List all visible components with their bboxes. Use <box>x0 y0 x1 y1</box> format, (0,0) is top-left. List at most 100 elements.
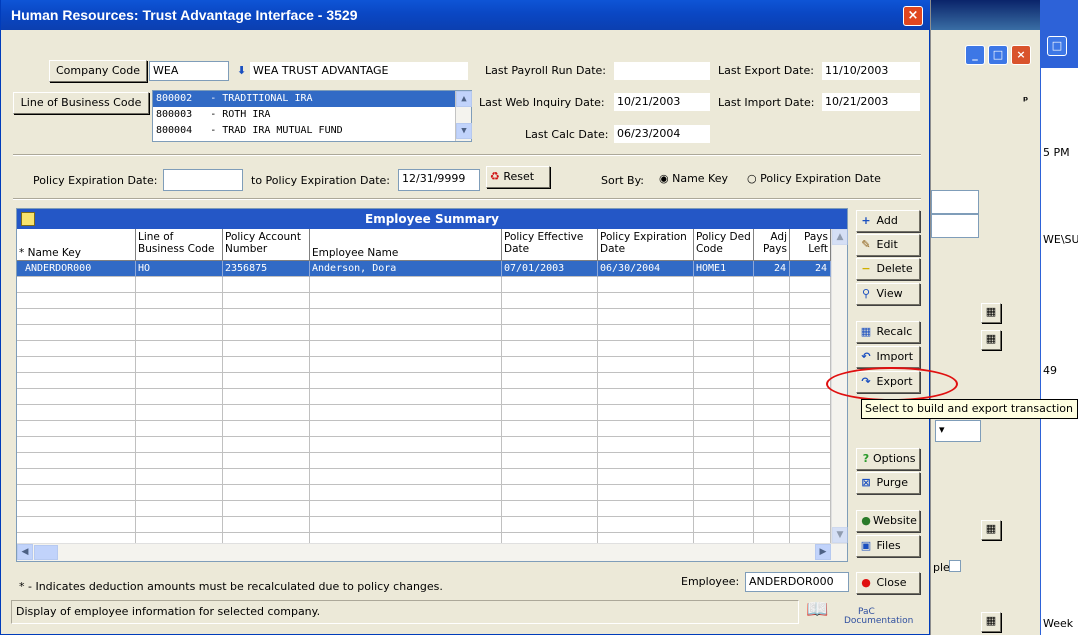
employee-summary-grid[interactable]: Employee Summary * Name Key Line of Busi… <box>16 208 848 562</box>
empty-table-row[interactable] <box>17 373 831 389</box>
minimize-icon[interactable]: _ <box>965 45 985 65</box>
col-header-lob-code[interactable]: Line of Business Code <box>136 229 223 260</box>
company-code-button[interactable]: Company Code <box>49 60 147 82</box>
empty-table-row[interactable] <box>17 469 831 485</box>
book-icon: 📖 <box>806 599 829 620</box>
empty-table-row[interactable] <box>17 485 831 501</box>
minus-icon: − <box>861 262 871 275</box>
sort-expiration-radio[interactable]: ○ Policy Expiration Date <box>747 172 881 185</box>
window-titlebar[interactable]: Human Resources: Trust Advantage Interfa… <box>1 0 930 30</box>
cell-ded-code[interactable]: HOME1 <box>694 261 754 277</box>
restore-icon[interactable]: □ <box>1047 36 1067 56</box>
scroll-down-icon[interactable]: ▼ <box>456 123 472 139</box>
close-icon[interactable]: × <box>1011 45 1031 65</box>
scroll-track[interactable] <box>456 107 471 123</box>
policy-exp-from-field[interactable] <box>163 169 243 191</box>
cell-employee-name[interactable]: Anderson, Dora <box>310 261 502 277</box>
scroll-left-icon[interactable]: ◀ <box>17 544 33 560</box>
lob-list-item[interactable]: 800002 - TRADITIONAL IRA <box>153 91 471 107</box>
lob-list-item[interactable]: 800003 - ROTH IRA <box>153 107 471 123</box>
sort-name-key-radio[interactable]: ◉ Name Key <box>659 172 728 185</box>
column-divider <box>753 517 754 533</box>
empty-table-row[interactable] <box>17 533 831 543</box>
scroll-right-icon[interactable]: ▶ <box>815 544 831 560</box>
last-payroll-value <box>613 61 711 81</box>
column-divider <box>753 309 754 325</box>
empty-table-row[interactable] <box>17 325 831 341</box>
column-divider <box>753 453 754 469</box>
empty-table-row[interactable] <box>17 357 831 373</box>
calendar-icon[interactable]: ▦ <box>981 330 1001 350</box>
import-button[interactable]: ↶ Import <box>856 346 920 368</box>
calendar-icon[interactable]: ▦ <box>981 612 1001 632</box>
background-dropdown[interactable]: ▾ <box>935 420 981 442</box>
empty-table-row[interactable] <box>17 421 831 437</box>
radio-unchecked-icon[interactable]: ○ <box>747 172 757 185</box>
maximize-icon[interactable]: □ <box>988 45 1008 65</box>
edit-button[interactable]: ✎ Edit <box>856 234 920 256</box>
col-header-employee-name[interactable]: Employee Name <box>310 229 502 260</box>
col-header-adj-pays[interactable]: Adj Pays <box>754 229 790 260</box>
cell-name-key[interactable]: ANDERDOR000 <box>17 261 136 277</box>
empty-table-row[interactable] <box>17 517 831 533</box>
lob-list-item[interactable]: 800004 - TRAD IRA MUTUAL FUND <box>153 123 471 139</box>
empty-table-row[interactable] <box>17 389 831 405</box>
last-web-inquiry-value: 10/21/2003 <box>613 92 711 112</box>
column-divider <box>309 517 310 533</box>
website-button[interactable]: ● Website <box>856 510 920 532</box>
column-divider <box>789 357 790 373</box>
files-button[interactable]: ▣ Files <box>856 535 920 557</box>
background-checkbox[interactable] <box>949 560 961 572</box>
view-button[interactable]: ⚲ View <box>856 283 920 305</box>
cell-policy-account[interactable]: 2356875 <box>223 261 310 277</box>
col-header-policy-effective[interactable]: Policy Effective Date <box>502 229 598 260</box>
line-of-business-list[interactable]: 800002 - TRADITIONAL IRA 800003 - ROTH I… <box>152 90 472 142</box>
empty-table-row[interactable] <box>17 293 831 309</box>
cell-pays-left[interactable]: 24 <box>790 261 831 277</box>
policy-exp-to-field[interactable]: 12/31/9999 <box>398 169 480 191</box>
pin-icon[interactable]: ᵖ <box>1023 94 1028 107</box>
calendar-icon[interactable]: ▦ <box>981 520 1001 540</box>
cell-adj-pays[interactable]: 24 <box>754 261 790 277</box>
company-code-field[interactable]: WEA <box>149 61 229 81</box>
cell-lob-code[interactable]: HO <box>136 261 223 277</box>
empty-table-row[interactable] <box>17 501 831 517</box>
calendar-icon[interactable]: ▦ <box>981 303 1001 323</box>
empty-table-row[interactable] <box>17 453 831 469</box>
empty-table-row[interactable] <box>17 405 831 421</box>
empty-table-row[interactable] <box>17 277 831 293</box>
recalc-button[interactable]: ▦ Recalc <box>856 321 920 343</box>
add-button[interactable]: + Add <box>856 210 920 232</box>
empty-table-row[interactable] <box>17 341 831 357</box>
empty-table-row[interactable] <box>17 437 831 453</box>
scroll-up-icon[interactable]: ▲ <box>456 91 472 107</box>
chart-icon[interactable] <box>21 212 35 226</box>
column-divider <box>222 421 223 437</box>
reset-button[interactable]: ♻ Reset <box>486 166 550 188</box>
scroll-down-icon[interactable]: ▼ <box>832 527 848 543</box>
col-header-policy-account[interactable]: Policy Account Number <box>223 229 310 260</box>
window-close-button[interactable]: × <box>903 6 923 26</box>
line-of-business-button[interactable]: Line of Business Code <box>13 92 149 114</box>
purge-button[interactable]: ⊠ Purge <box>856 472 920 494</box>
column-divider <box>753 325 754 341</box>
col-header-pays-left[interactable]: Pays Left <box>790 229 831 260</box>
arrow-down-icon[interactable]: ⬇ <box>237 64 246 77</box>
lob-scrollbar[interactable]: ▲ ▼ <box>455 91 472 141</box>
col-header-name-key[interactable]: * Name Key <box>17 229 136 260</box>
cell-policy-effective[interactable]: 07/01/2003 <box>502 261 598 277</box>
radio-checked-icon[interactable]: ◉ <box>659 172 669 185</box>
cell-policy-expiration[interactable]: 06/30/2004 <box>598 261 694 277</box>
options-button[interactable]: ? Options <box>856 448 920 470</box>
scroll-thumb[interactable] <box>34 545 58 560</box>
grid-horizontal-scrollbar[interactable]: ◀ ▶ <box>17 543 847 561</box>
scroll-up-icon[interactable]: ▲ <box>832 229 848 245</box>
empty-table-row[interactable] <box>17 309 831 325</box>
column-divider <box>753 373 754 389</box>
col-header-ded-code[interactable]: Policy Ded Code <box>694 229 754 260</box>
close-button[interactable]: ● Close <box>856 572 920 594</box>
col-header-policy-expiration[interactable]: Policy Expiration Date <box>598 229 694 260</box>
pac-documentation-logo[interactable]: 📖 PaC Documentation <box>806 601 921 631</box>
table-row[interactable]: ANDERDOR000 HO 2356875 Anderson, Dora 07… <box>17 261 831 277</box>
delete-button[interactable]: − Delete <box>856 258 920 280</box>
